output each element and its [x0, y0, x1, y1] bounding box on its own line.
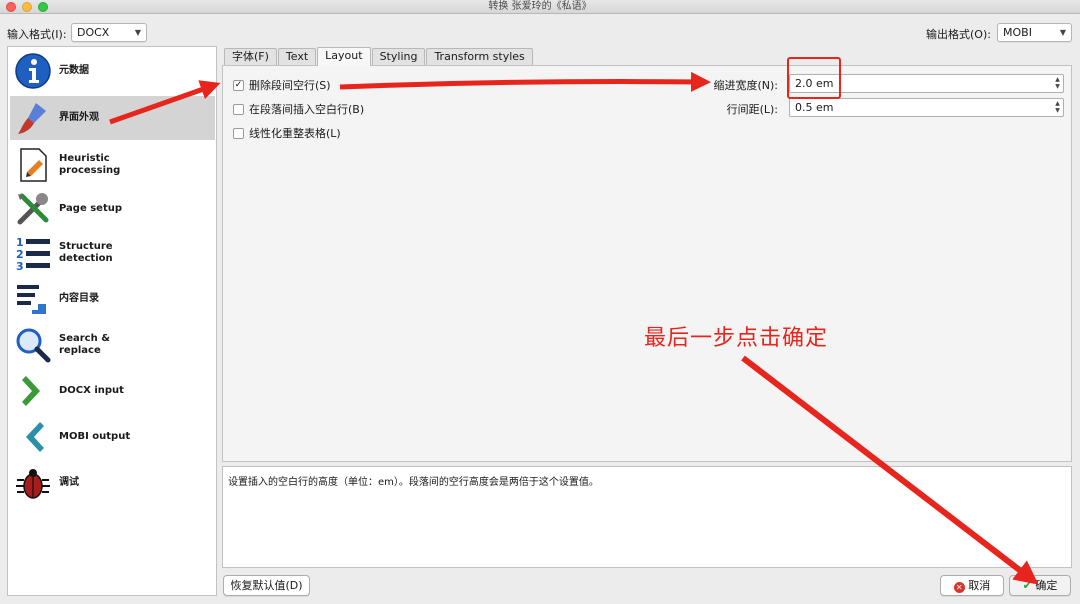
input-format-label: 输入格式(I):	[7, 28, 67, 41]
close-window-button[interactable]	[6, 2, 16, 12]
sidebar-item-structure-detection[interactable]: 123 Structure detection	[10, 231, 215, 275]
indent-width-label: 缩进宽度(N):	[713, 79, 778, 92]
numbered-list-icon: 123	[12, 232, 54, 274]
sidebar-item-label: Search & replace	[59, 333, 110, 356]
sidebar-item-debug[interactable]: 调试	[10, 461, 215, 505]
restore-defaults-button[interactable]: 恢复默认值(D)	[223, 575, 310, 596]
tools-icon	[12, 188, 54, 230]
sidebar-item-label: 内容目录	[59, 293, 99, 304]
sidebar-item-table-of-contents[interactable]: 内容目录	[10, 277, 215, 321]
svg-text:3: 3	[16, 260, 24, 272]
remove-blank-lines-checkbox[interactable]: ✓	[233, 79, 244, 91]
sidebar-item-docx-input[interactable]: DOCX input	[10, 369, 215, 413]
remove-blank-lines-label: 删除段间空行(S)	[249, 79, 331, 92]
chevron-down-icon: ▼	[1059, 28, 1066, 37]
sidebar-item-label: Heuristic processing	[59, 153, 121, 176]
tab-transform-styles[interactable]: Transform styles	[426, 48, 533, 65]
cancel-icon: ✕	[953, 582, 965, 593]
bug-icon	[12, 462, 54, 504]
sidebar-item-page-setup[interactable]: Page setup	[10, 187, 215, 231]
sidebar-item-metadata[interactable]: 元数据	[10, 49, 215, 93]
toc-icon	[12, 278, 54, 320]
sidebar-item-label: MOBI output	[59, 431, 131, 442]
sidebar-item-look-and-feel[interactable]: 界面外观	[10, 96, 215, 140]
sidebar-item-mobi-output[interactable]: MOBI output	[10, 415, 215, 459]
layout-panel: ✓ 删除段间空行(S) 在段落间插入空白行(B) 线性化重整表格(L) 缩进宽度…	[222, 65, 1072, 462]
magnifier-icon	[12, 324, 54, 366]
annotation-note: 最后一步点击确定	[644, 326, 829, 351]
sidebar-item-heuristic-processing[interactable]: Heuristic processing	[10, 143, 215, 187]
insert-blank-line-label: 在段落间插入空白行(B)	[249, 103, 365, 116]
input-format-select[interactable]: DOCX ▼	[71, 23, 147, 42]
sidebar-item-label: 元数据	[59, 65, 89, 76]
brush-icon	[12, 97, 54, 139]
title-bar: 转换 张爱玲的《私语》	[0, 0, 1080, 14]
tab-font[interactable]: 字体(F)	[224, 48, 277, 65]
tab-bar: 字体(F) Text Layout Styling Transform styl…	[224, 47, 534, 66]
sidebar-item-search-replace[interactable]: Search & replace	[10, 323, 215, 367]
remove-blank-lines-option[interactable]: ✓ 删除段间空行(S)	[233, 77, 331, 93]
highlight-box	[787, 57, 841, 99]
chevron-down-icon: ▼	[134, 28, 141, 37]
insert-blank-line-checkbox[interactable]	[233, 103, 244, 115]
ok-label: 确定	[1035, 579, 1058, 592]
sidebar-item-label: Structure detection	[59, 241, 113, 264]
input-format-value: DOCX	[77, 26, 110, 39]
ok-button[interactable]: ✔ 确定	[1009, 575, 1071, 596]
sidebar: 元数据 界面外观 Heuristic processing Page setup…	[7, 46, 217, 596]
help-description: 设置插入的空白行的高度（单位：em）。段落间的空行高度会是两倍于这个设置值。	[222, 466, 1072, 568]
minimize-window-button[interactable]	[22, 2, 32, 12]
document-icon	[12, 144, 54, 186]
output-format-select[interactable]: MOBI ▼	[997, 23, 1072, 42]
sidebar-item-label: DOCX input	[59, 385, 124, 396]
tab-text[interactable]: Text	[277, 48, 317, 65]
linearize-tables-checkbox[interactable]	[233, 127, 244, 139]
linearize-tables-option[interactable]: 线性化重整表格(L)	[233, 125, 341, 141]
line-spacing-label: 行间距(L):	[726, 103, 778, 116]
stepper-arrows-icon[interactable]: ▲ ▼	[1053, 100, 1062, 115]
output-format-value: MOBI	[1003, 26, 1032, 39]
line-spacing-input[interactable]: 0.5 em ▲ ▼	[789, 98, 1064, 117]
sidebar-item-label: Page setup	[59, 203, 123, 214]
output-format-label: 输出格式(O):	[926, 28, 991, 41]
tab-layout[interactable]: Layout	[317, 47, 371, 66]
chevron-left-icon	[12, 416, 54, 458]
info-icon	[12, 50, 54, 92]
window-title: 转换 张爱玲的《私语》	[488, 1, 592, 12]
cancel-button[interactable]: ✕ 取消	[940, 575, 1004, 596]
insert-blank-line-option[interactable]: 在段落间插入空白行(B)	[233, 101, 364, 117]
chevron-right-icon	[12, 370, 54, 412]
linearize-tables-label: 线性化重整表格(L)	[249, 127, 341, 140]
sidebar-item-label: 调试	[59, 477, 79, 488]
checkmark-icon: ✔	[1022, 579, 1032, 592]
line-spacing-value: 0.5 em	[795, 101, 834, 114]
sidebar-item-label: 界面外观	[59, 112, 99, 123]
tab-styling[interactable]: Styling	[371, 48, 426, 65]
stepper-arrows-icon[interactable]: ▲ ▼	[1053, 76, 1062, 91]
zoom-window-button[interactable]	[38, 2, 48, 12]
help-description-text: 设置插入的空白行的高度（单位：em）。段落间的空行高度会是两倍于这个设置值。	[228, 477, 599, 488]
cancel-label: 取消	[968, 579, 991, 592]
